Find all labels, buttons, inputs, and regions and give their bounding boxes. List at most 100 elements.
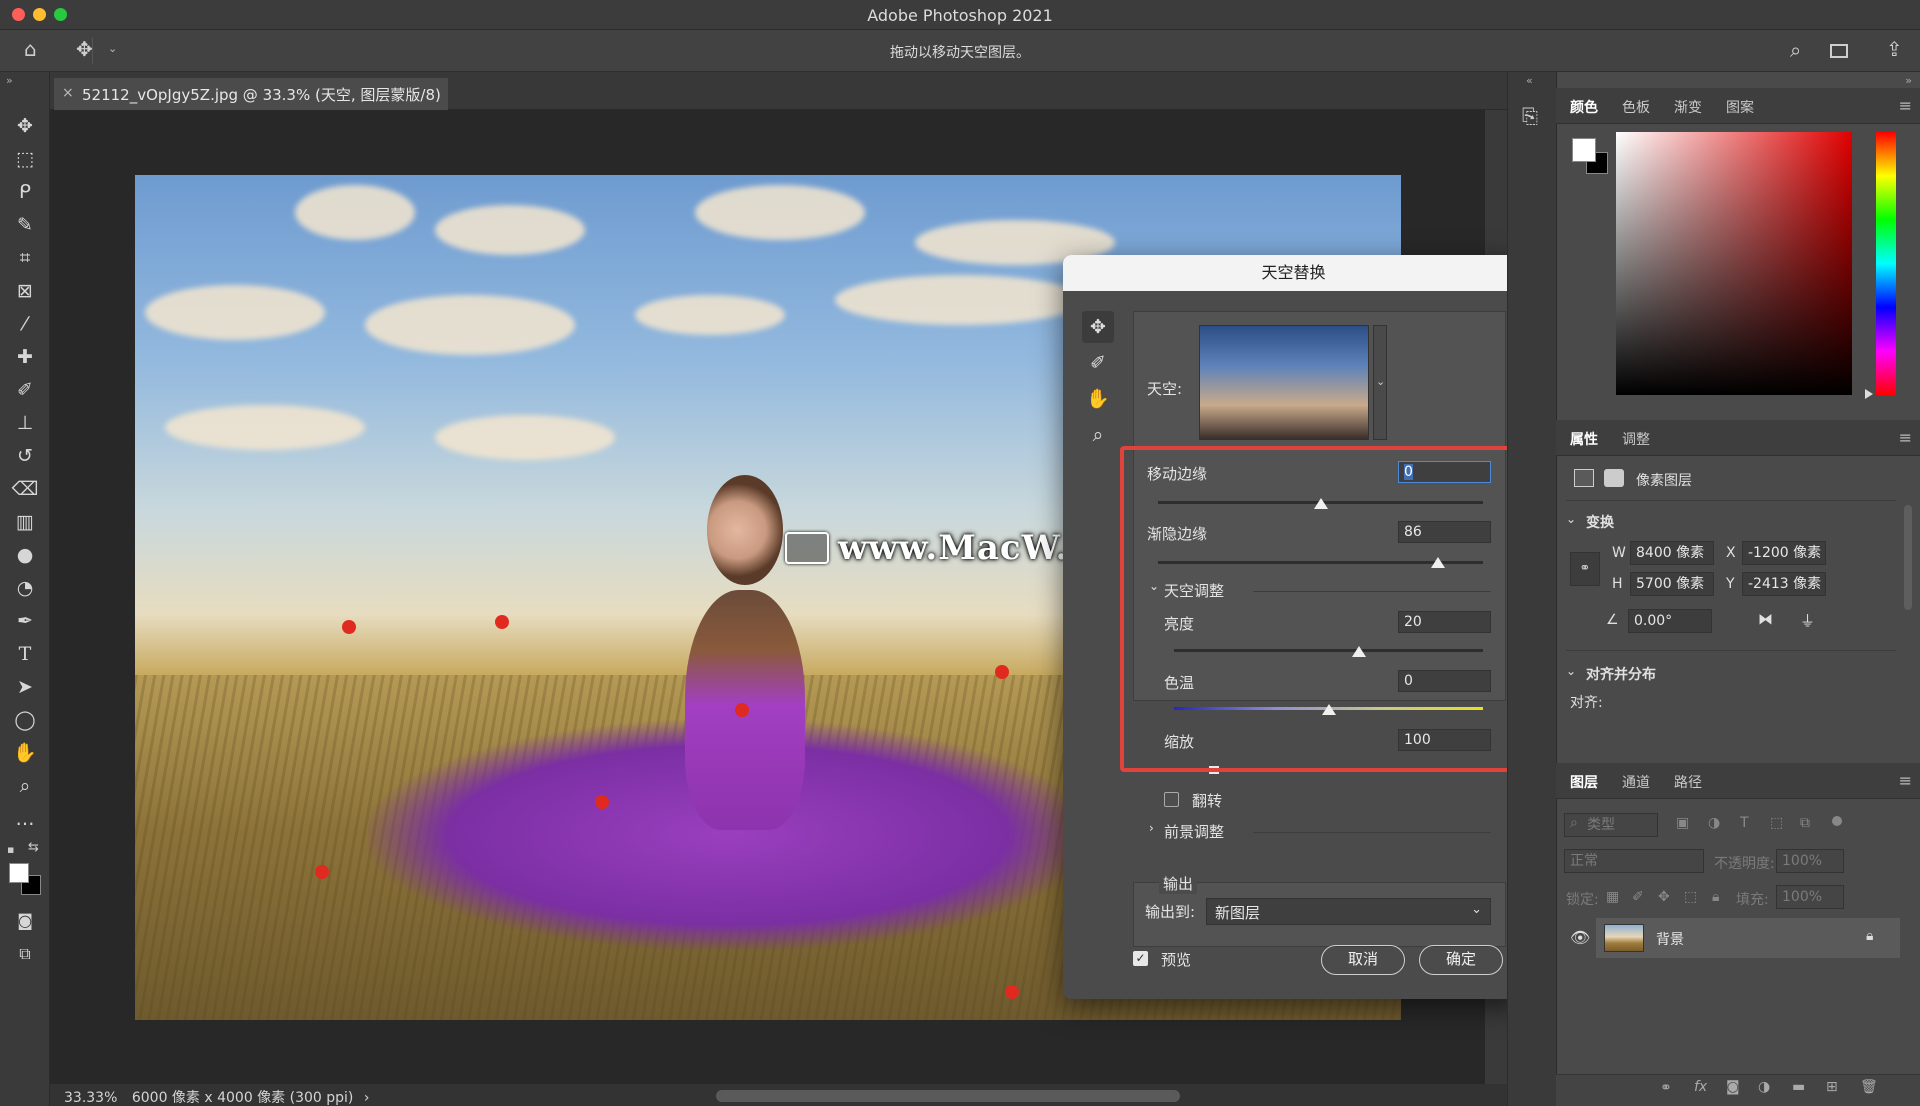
foreground-adjustments-header[interactable]: 前景调整	[1164, 821, 1224, 842]
sky-brush-tool-icon[interactable]: ✐	[1082, 347, 1114, 379]
layer-row[interactable]: 背景 🔒︎	[1596, 918, 1900, 958]
default-colors-icon[interactable]: ▪	[7, 843, 14, 856]
swap-colors-icon[interactable]: ⇆	[28, 840, 39, 855]
tab-paths[interactable]: 路径	[1674, 772, 1702, 792]
align-distribute-header[interactable]: 对齐并分布	[1586, 664, 1656, 684]
lock-artboard-icon[interactable]: ⬚	[1684, 889, 1697, 905]
width-input[interactable]: 8400 像素	[1630, 541, 1714, 565]
history-brush-tool-icon[interactable]: ↺	[11, 442, 39, 470]
chevron-right-icon[interactable]: ›	[1149, 821, 1154, 835]
foreground-color-swatch[interactable]	[1572, 138, 1596, 162]
visibility-eye-icon[interactable]: 👁︎	[1570, 928, 1590, 947]
chevron-down-icon[interactable]: ⌄	[1376, 375, 1385, 388]
opacity-input[interactable]: 100%	[1776, 849, 1844, 873]
chevron-right-icon[interactable]: ›	[364, 1090, 370, 1106]
layer-filter-select[interactable]: 类型	[1564, 813, 1658, 837]
hand-tool-icon[interactable]: ✋	[1082, 383, 1114, 415]
new-adjustment-layer-icon[interactable]: ◑	[1758, 1079, 1770, 1095]
collapse-panels-icon[interactable]: »	[1905, 74, 1912, 87]
lock-position-icon[interactable]: ✥	[1658, 889, 1670, 905]
delete-layer-icon[interactable]: 🗑︎	[1860, 1079, 1878, 1095]
collapse-toolbar-icon[interactable]: »	[6, 74, 13, 87]
zoom-level[interactable]: 33.33%	[64, 1090, 117, 1106]
horizontal-scrollbar[interactable]	[716, 1090, 1180, 1102]
lock-all-icon[interactable]: 🔒︎	[1712, 889, 1719, 905]
new-group-icon[interactable]: ▬	[1792, 1079, 1805, 1095]
sky-move-tool-icon[interactable]: ✥	[1082, 311, 1114, 343]
filter-toggle-icon[interactable]	[1832, 816, 1842, 826]
chevron-down-icon[interactable]: ⌄	[1566, 664, 1576, 678]
quick-mask-icon[interactable]: ◙	[11, 907, 39, 935]
sky-preset-thumbnail[interactable]	[1199, 325, 1369, 440]
tab-channels[interactable]: 通道	[1622, 772, 1650, 792]
eraser-tool-icon[interactable]: ⌫	[11, 475, 39, 503]
tab-layers[interactable]: 图层	[1570, 772, 1598, 792]
tab-properties[interactable]: 属性	[1570, 429, 1598, 449]
output-to-select[interactable]: 新图层 ⌄	[1206, 898, 1491, 925]
search-icon[interactable]: ⌕	[1790, 40, 1801, 60]
zoom-tool-icon[interactable]: ⌕	[11, 772, 39, 800]
type-tool-icon[interactable]: T	[11, 640, 39, 668]
x-input[interactable]: -1200 像素	[1742, 541, 1826, 565]
layer-lock-icon[interactable]: 🔒︎	[1866, 928, 1873, 944]
color-field[interactable]	[1616, 132, 1852, 395]
link-layers-icon[interactable]: ⚭	[1660, 1080, 1672, 1096]
brush-tool-icon[interactable]: ✐	[11, 376, 39, 404]
transform-header[interactable]: 变换	[1586, 512, 1614, 532]
tab-gradients[interactable]: 渐变	[1674, 97, 1702, 117]
gradient-tool-icon[interactable]: ▥	[11, 508, 39, 536]
tab-color[interactable]: 颜色	[1570, 97, 1598, 117]
hue-slider[interactable]	[1876, 132, 1896, 395]
dodge-tool-icon[interactable]: ◔	[11, 574, 39, 602]
link-dimensions-icon[interactable]: ⚭	[1570, 552, 1600, 586]
history-panel-icon[interactable]: ⎘	[1522, 104, 1538, 128]
zoom-tool-icon[interactable]: ⌕	[1082, 419, 1114, 451]
layer-name[interactable]: 背景	[1656, 929, 1684, 949]
filter-type-icon[interactable]: T	[1740, 815, 1749, 831]
flip-horizontal-icon[interactable]: ⧓	[1758, 610, 1773, 628]
path-selection-tool-icon[interactable]: ➤	[11, 673, 39, 701]
quick-selection-tool-icon[interactable]: ✎	[11, 211, 39, 239]
collapse-dock-icon[interactable]: «	[1526, 74, 1533, 87]
marquee-tool-icon[interactable]: ⬚	[11, 145, 39, 173]
add-mask-icon[interactable]: ◙	[1726, 1079, 1740, 1095]
tab-patterns[interactable]: 图案	[1726, 97, 1754, 117]
close-document-icon[interactable]: ×	[62, 85, 74, 101]
lock-image-icon[interactable]: ✐	[1632, 889, 1644, 905]
tab-swatches[interactable]: 色板	[1622, 97, 1650, 117]
panel-menu-icon[interactable]: ≡	[1899, 771, 1912, 790]
flip-vertical-icon[interactable]: ⏚	[1800, 610, 1815, 631]
chevron-down-icon[interactable]: ⌄	[1566, 512, 1576, 526]
move-tool-icon[interactable]: ✥	[11, 112, 39, 140]
blur-tool-icon[interactable]: ●	[11, 541, 39, 569]
foreground-color-swatch[interactable]	[9, 863, 29, 883]
filter-adjustment-icon[interactable]: ◑	[1708, 815, 1720, 831]
document-tab[interactable]: × 52112_vOpJgy5Z.jpg @ 33.3% (天空, 图层蒙版/8…	[54, 78, 448, 110]
crop-tool-icon[interactable]: ⌗	[11, 244, 39, 272]
new-layer-icon[interactable]: ⊞	[1826, 1079, 1838, 1095]
lasso-tool-icon[interactable]: ᑭ	[11, 178, 39, 206]
frame-tool-icon[interactable]: ⊠	[11, 277, 39, 305]
fill-input[interactable]: 100%	[1776, 885, 1844, 909]
mask-icon[interactable]	[1604, 469, 1624, 487]
filter-smart-object-icon[interactable]: ⧉	[1800, 815, 1810, 831]
flip-checkbox[interactable]	[1164, 792, 1179, 807]
hue-slider-thumb[interactable]	[1865, 389, 1873, 399]
cancel-button[interactable]: 取消	[1321, 945, 1405, 975]
panel-menu-icon[interactable]: ≡	[1899, 96, 1912, 115]
clone-stamp-tool-icon[interactable]: ⊥	[11, 409, 39, 437]
lock-transparent-icon[interactable]: ▦	[1606, 889, 1619, 905]
screen-mode-icon[interactable]: ⧉	[11, 940, 39, 968]
more-tools-icon[interactable]: …	[11, 805, 39, 833]
blend-mode-select[interactable]: 正常	[1564, 849, 1704, 873]
ellipse-tool-icon[interactable]: ◯	[11, 706, 39, 734]
filter-pixel-icon[interactable]: ▣	[1676, 815, 1689, 831]
filter-shape-icon[interactable]: ⬚	[1770, 815, 1783, 831]
height-input[interactable]: 5700 像素	[1630, 572, 1714, 596]
share-icon[interactable]: ⇪	[1886, 39, 1903, 59]
eyedropper-tool-icon[interactable]: ⁄	[11, 310, 39, 338]
ok-button[interactable]: 确定	[1419, 945, 1503, 975]
tab-adjustments[interactable]: 调整	[1622, 429, 1650, 449]
layer-style-icon[interactable]: fx	[1694, 1079, 1707, 1095]
pen-tool-icon[interactable]: ✒	[11, 607, 39, 635]
